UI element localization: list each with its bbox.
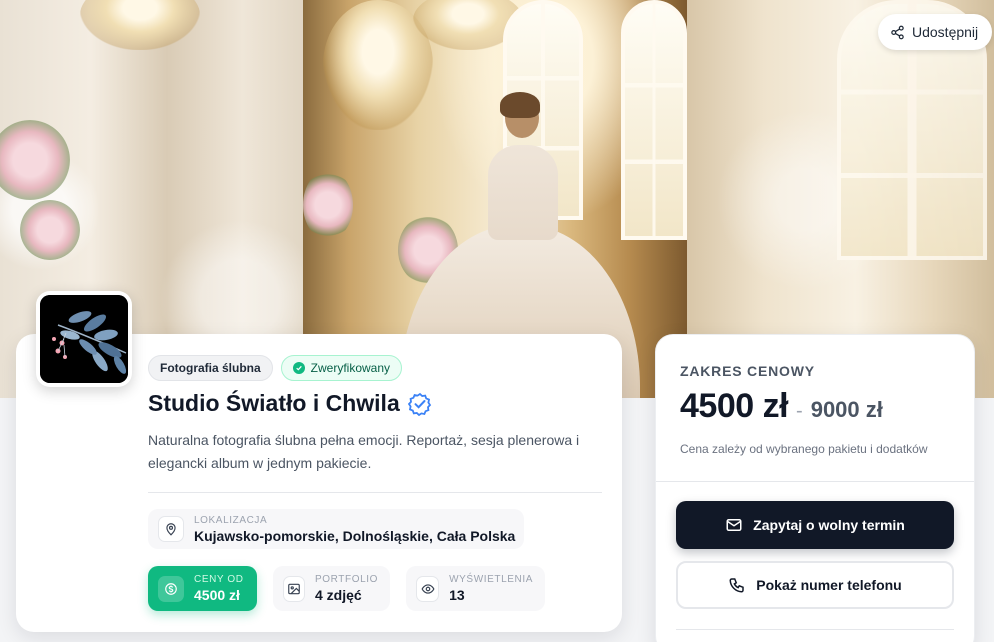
check-circle-icon xyxy=(292,362,305,374)
price-range-label: ZAKRES CENOWY xyxy=(680,363,815,379)
vendor-badges: Fotografia ślubna Zweryfikowany xyxy=(148,355,403,381)
location-value: Kujawsko-pomorskie, Dolnośląskie, Cała P… xyxy=(194,527,516,544)
divider xyxy=(656,481,974,482)
inquiry-button[interactable]: Zapytaj o wolny termin xyxy=(676,501,954,549)
phone-icon xyxy=(729,578,745,593)
verified-badge: Zweryfikowany xyxy=(280,355,403,381)
show-phone-button[interactable]: Pokaż numer telefonu xyxy=(676,561,954,609)
window-decor xyxy=(621,0,687,240)
location-label: LOKALIZACJA xyxy=(194,514,268,526)
flowers-decor xyxy=(303,170,353,240)
divider xyxy=(148,492,602,493)
chandelier-decor xyxy=(80,0,200,50)
bride-bodice xyxy=(488,145,558,240)
eye-icon xyxy=(416,575,440,602)
stat-views-value: 13 xyxy=(449,587,465,603)
bride-hair xyxy=(500,92,540,118)
share-label: Udostępnij xyxy=(912,24,979,40)
stat-price-label: CENY OD xyxy=(194,574,244,585)
category-badge-label: Fotografia ślubna xyxy=(160,361,261,375)
stat-price-value: 4500 zł xyxy=(194,587,240,603)
verified-badge-label: Zweryfikowany xyxy=(310,361,391,375)
vendor-title-row: Studio Światło i Chwila xyxy=(148,390,432,417)
flowers-decor xyxy=(20,200,80,260)
vendor-name: Studio Światło i Chwila xyxy=(148,390,400,416)
image-icon xyxy=(283,575,305,602)
stat-portfolio-value: 4 zdjęć xyxy=(314,587,362,603)
price-separator: - xyxy=(796,400,803,422)
map-pin-icon xyxy=(158,516,184,542)
share-button[interactable]: Udostępnij xyxy=(878,14,993,50)
share-icon xyxy=(891,25,904,39)
location-info: LOKALIZACJA Kujawsko-pomorskie, Dolnoślą… xyxy=(148,509,524,549)
vendor-stats: CENY OD 4500 zł PORTFOLIO 4 zdjęć WYŚWIE… xyxy=(148,566,545,611)
price-min: 4500 zł xyxy=(680,387,789,425)
show-phone-button-label: Pokaż numer telefonu xyxy=(756,577,902,593)
stat-views: WYŚWIETLENIA 13 xyxy=(406,566,545,611)
leaf-logo-icon xyxy=(40,295,128,383)
price-range: 4500 zł - 9000 zł xyxy=(680,387,883,426)
price-max: 9000 zł xyxy=(810,397,883,422)
stat-portfolio[interactable]: PORTFOLIO 4 zdjęć xyxy=(273,566,390,611)
inquiry-button-label: Zapytaj o wolny termin xyxy=(753,517,905,533)
vendor-avatar xyxy=(36,291,132,387)
stat-price-from: CENY OD 4500 zł xyxy=(148,566,257,611)
mail-icon xyxy=(726,519,742,531)
price-range-card: ZAKRES CENOWY 4500 zł - 9000 zł Cena zal… xyxy=(655,334,975,642)
verified-check-icon xyxy=(407,392,431,416)
category-badge[interactable]: Fotografia ślubna xyxy=(148,355,273,381)
dollar-circle-icon xyxy=(158,575,184,602)
price-note: Cena zależy od wybranego pakietu i dodat… xyxy=(680,442,928,456)
vendor-description: Naturalna fotografia ślubna pełna emocji… xyxy=(148,432,580,471)
stat-portfolio-label: PORTFOLIO xyxy=(314,574,378,585)
stat-views-label: WYŚWIETLENIA xyxy=(449,574,533,585)
flowers-decor xyxy=(0,120,70,200)
divider xyxy=(676,629,954,630)
